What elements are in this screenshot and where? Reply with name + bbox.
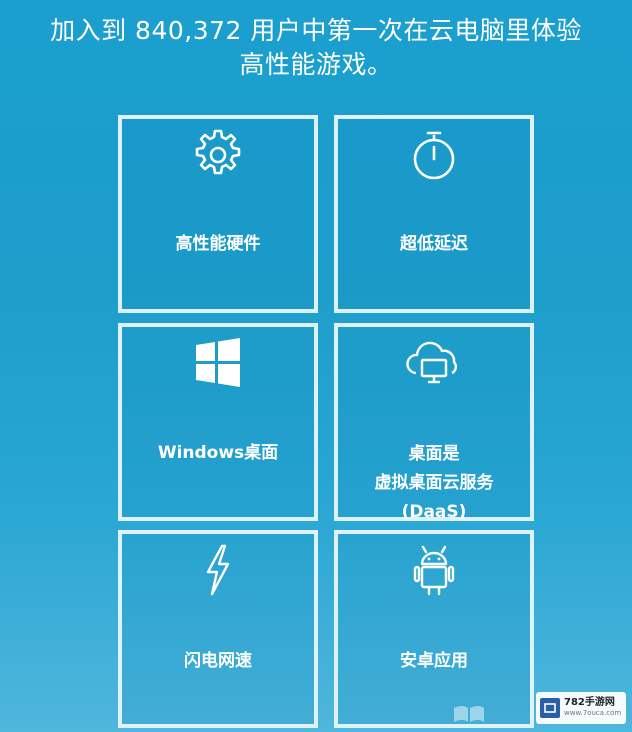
feature-tile-windows[interactable]: Windows桌面 — [118, 323, 318, 521]
feature-label: Windows桌面 — [157, 443, 279, 463]
watermark-title: 782手游网 — [564, 697, 615, 708]
feature-label: 超低延迟 — [400, 234, 468, 254]
site-watermark: 782手游网 www.7ouca.com — [536, 692, 626, 724]
feature-tile-android[interactable]: 安卓应用 — [334, 530, 534, 728]
feature-label: 高性能硬件 — [175, 234, 261, 254]
windows-logo-icon — [196, 338, 240, 387]
headline-line-1: 加入到 840,372 用户中第一次在云电脑里体验 — [50, 16, 582, 45]
watermark-url: www.7ouca.com — [564, 709, 622, 717]
feature-tile-network[interactable]: 闪电网速 — [118, 530, 318, 728]
feature-tile-hardware[interactable]: 高性能硬件 — [118, 115, 318, 313]
gear-icon — [195, 129, 241, 175]
feature-tile-daas[interactable]: 桌面是 虚拟桌面云服务 (DaaS) — [334, 323, 534, 522]
windows-flag-logo-icon — [454, 706, 484, 722]
lightning-icon — [206, 544, 230, 596]
headline-line-2: 高性能游戏。 — [239, 50, 393, 79]
watermark-logo-icon — [540, 698, 560, 718]
feature-label: 安卓应用 — [400, 651, 468, 671]
cloud-monitor-icon — [406, 341, 457, 384]
headline: 加入到 840,372 用户中第一次在云电脑里体验 高性能游戏。 — [0, 14, 632, 82]
stopwatch-icon — [413, 131, 455, 180]
feature-label: 桌面是 虚拟桌面云服务 (DaaS) — [374, 444, 494, 522]
feature-label: 闪电网速 — [184, 651, 252, 671]
feature-tile-latency[interactable]: 超低延迟 — [334, 115, 534, 313]
android-icon — [413, 545, 455, 596]
